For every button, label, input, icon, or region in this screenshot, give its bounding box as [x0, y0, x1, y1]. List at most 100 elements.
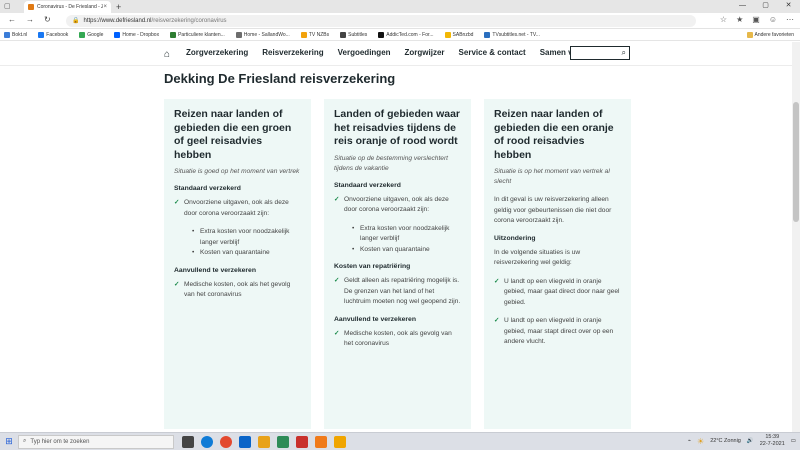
bookmark-favicon-icon [484, 31, 491, 38]
section-heading: Aanvullend te verzekeren [334, 315, 416, 323]
outlook-icon[interactable] [239, 435, 251, 448]
url-input[interactable]: 🔒 https://www.defriesland.nl/reisverzeker… [66, 15, 696, 27]
bookmark-item[interactable]: AddicTed.com - For... [378, 31, 434, 38]
card-title: Reizen naar landen of gebieden die een o… [494, 108, 614, 161]
other-favorites[interactable]: Andere favorieten [746, 31, 794, 38]
check-text: U landt op een vliegveld in oranje gebie… [504, 317, 614, 345]
card-title: Reizen naar landen of gebieden die een g… [174, 108, 292, 161]
vlc-icon[interactable] [334, 435, 346, 448]
bullet-text: Kosten van quarantaine [360, 245, 430, 253]
notifications-icon[interactable]: ▭ [791, 438, 796, 444]
checkmark-icon: ✓ [174, 280, 180, 288]
page-title: Dekking De Friesland reisverzekering [164, 71, 396, 86]
bookmark-label: Home - Dropbox [122, 31, 160, 38]
check-text: Medische kosten, ook als het gevolg van … [184, 280, 291, 299]
bookmark-item[interactable]: Particuliere klanten... [170, 31, 225, 38]
edge-icon[interactable] [201, 435, 213, 448]
bookmark-label: Subtitles [348, 31, 368, 38]
sun-icon: ☀ [697, 436, 705, 446]
bookmark-favicon-icon [300, 31, 307, 38]
bookmark-item[interactable]: SABnzbd [444, 31, 473, 38]
chrome-icon[interactable] [220, 435, 232, 448]
bookmark-label: TV NZBs [308, 31, 330, 38]
back-icon[interactable]: ← [8, 15, 16, 24]
clock-time: 15:39 [765, 434, 780, 440]
section-heading: Standaard verzekerd [174, 185, 241, 192]
windows-start-icon[interactable]: ⊞ [0, 436, 18, 447]
tab-actions-icon[interactable]: ▢ [4, 2, 11, 10]
weather-text[interactable]: 22°C Zonnig [710, 438, 741, 444]
check-item: ✓ Geldt alleen als repatriëring mogelijk … [334, 276, 461, 308]
bookmark-item[interactable]: Bokt.nl [4, 31, 28, 38]
profile-icon[interactable]: ☺ [769, 15, 777, 24]
nav-link[interactable]: Service & contact [459, 48, 526, 57]
bookmark-label: Bokt.nl [12, 31, 28, 38]
bookmark-favicon-icon [444, 31, 451, 38]
bookmark-item[interactable]: TVsubtitles.net - TV... [484, 31, 540, 38]
bookmark-label: Facebook [46, 31, 69, 38]
bullet-icon: • [192, 228, 195, 235]
bookmark-item[interactable]: Facebook [38, 31, 69, 38]
opera-icon[interactable] [296, 435, 308, 448]
checkmark-icon: ✓ [494, 277, 500, 285]
site-search-input[interactable]: ⌕ [570, 46, 630, 60]
url-path: /reisverzekering/coronavirus [151, 18, 227, 24]
bookmark-item[interactable]: Google [79, 31, 103, 38]
other-favorites-label: Andere favorieten [754, 31, 794, 38]
network-icon[interactable]: ⌁ [688, 438, 691, 444]
check-text: Geldt alleen als repatriëring mogelijk i… [344, 277, 461, 305]
check-item: ✓ U landt op een vliegveld in oranje gebi… [494, 277, 621, 309]
home-icon[interactable]: ⌂ [164, 49, 170, 60]
checkmark-icon: ✓ [174, 199, 180, 206]
new-tab-icon[interactable]: + [116, 2, 121, 12]
section-heading: Aanvullend te verzekeren [174, 266, 256, 274]
collections-icon[interactable]: ▣ [752, 15, 760, 24]
nav-link[interactable]: Zorgverzekering [186, 48, 248, 57]
tab-close-icon[interactable]: × [103, 4, 107, 10]
url-domain: https://www.defriesland.nl [83, 18, 152, 24]
checkmark-icon: ✓ [334, 195, 340, 203]
minimize-icon[interactable]: — [731, 0, 754, 12]
section-heading: Uitzondering [494, 234, 536, 242]
page-scrollbar[interactable] [792, 42, 800, 432]
check-item: ✓ U landt op een vliegveld in oranje gebi… [494, 316, 621, 348]
forward-icon[interactable]: → [26, 15, 34, 24]
browser-tab[interactable]: Coronavirus - De Friesland - Zorg × [24, 1, 111, 13]
scrollbar-thumb[interactable] [793, 102, 799, 222]
bookmark-item[interactable]: Home - Dropbox [114, 31, 160, 38]
mail-icon[interactable] [277, 435, 289, 448]
bookmark-item[interactable]: Subtitles [340, 31, 368, 38]
bookmark-item[interactable]: TV NZBs [300, 31, 330, 38]
read-aloud-icon[interactable]: ☆ [720, 15, 727, 24]
taskbar-search-input[interactable]: ⌕ Typ hier om te zoeken [18, 434, 174, 449]
check-text: Onvoorziene uitgaven, ook als deze door … [184, 199, 289, 217]
close-window-icon[interactable]: ✕ [777, 0, 800, 12]
coverage-card-orange-red-departure: Reizen naar landen of gebieden die een o… [484, 99, 631, 429]
clock[interactable]: 15:39 22-7-2021 [760, 434, 785, 448]
more-menu-icon[interactable]: ⋯ [786, 15, 794, 24]
nav-link[interactable]: Vergoedingen [338, 48, 391, 57]
check-item: ✓ Onvoorziene uitgaven, ook als deze door… [174, 198, 301, 219]
photos-icon[interactable] [258, 435, 270, 448]
card-subtitle: Situatie op de bestemming verslechtert t… [334, 154, 448, 172]
reload-icon[interactable]: ↻ [44, 15, 51, 24]
maximize-icon[interactable]: ▢ [754, 0, 777, 12]
site-navigation: ⌂ Zorgverzekering Reisverzekering Vergoedi… [0, 42, 792, 66]
bullet-item: • Kosten van quarantaine [192, 248, 301, 259]
checkmark-icon: ✓ [334, 277, 340, 284]
speaker-icon[interactable]: 🔊 [747, 438, 754, 444]
coverage-card-orange-red-during: Landen of gebieden waar het reisadvies t… [324, 99, 471, 429]
nav-link[interactable]: Zorgwijzer [405, 48, 445, 57]
bullet-icon: • [192, 249, 195, 256]
bullet-item: • Kosten van quarantaine [352, 245, 461, 256]
bookmark-favicon-icon [114, 31, 121, 38]
nav-link[interactable]: Reisverzekering [262, 48, 323, 57]
site-favicon-icon [28, 4, 34, 10]
firefox-icon[interactable] [315, 435, 327, 448]
check-item: ✓ Medische kosten, ook als het gevolg van… [174, 280, 301, 301]
bookmark-label: Particuliere klanten... [178, 31, 225, 38]
favorites-icon[interactable]: ★ [736, 15, 743, 24]
task-view-icon[interactable] [182, 435, 194, 448]
bookmark-item[interactable]: Home - SallandWo... [235, 31, 290, 38]
search-icon[interactable]: ⌕ [622, 48, 626, 58]
